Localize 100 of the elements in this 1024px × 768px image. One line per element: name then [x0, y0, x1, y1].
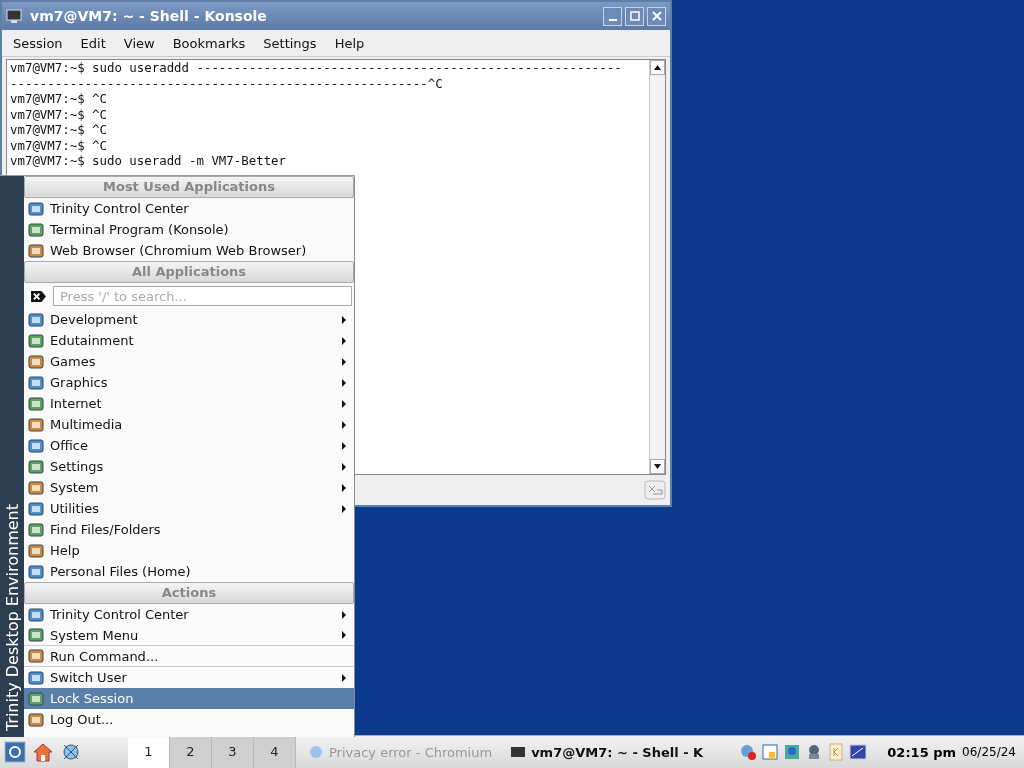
menu-item[interactable]: Edit — [71, 35, 115, 51]
submenu-arrow-icon — [342, 336, 346, 345]
menu-entry[interactable]: Edutainment — [24, 330, 354, 351]
menu-entry[interactable]: Multimedia — [24, 414, 354, 435]
menu-entry[interactable]: Office — [24, 435, 354, 456]
terminal-line: vm7@VM7:~$ ^C — [10, 122, 108, 138]
tray-icon[interactable] — [783, 743, 802, 761]
submenu-arrow-icon — [342, 462, 346, 471]
desktop-switcher[interactable]: 2 — [170, 736, 212, 768]
app-icon — [28, 648, 44, 664]
minimize-icon — [608, 19, 617, 21]
maximize-icon — [628, 10, 641, 22]
menu-entry[interactable]: System — [24, 477, 354, 498]
section-header: All Applications — [24, 261, 354, 283]
app-icon — [28, 669, 44, 686]
submenu-arrow-icon — [342, 610, 346, 619]
menu-item[interactable]: Bookmarks — [163, 35, 255, 51]
menu-entry[interactable]: Internet — [24, 393, 354, 414]
submenu-arrow-icon — [342, 631, 346, 639]
desktop-switcher[interactable]: 1 — [128, 736, 170, 768]
clock-date: 06/25/24 — [962, 745, 1016, 759]
desktop-switcher[interactable]: 3 — [212, 736, 254, 768]
menu-entry[interactable]: Web Browser (Chromium Web Browser) — [24, 240, 354, 261]
app-icon — [28, 374, 44, 391]
scroll-down-icon[interactable] — [650, 459, 665, 474]
app-icon — [28, 221, 44, 238]
menu-entry[interactable]: Development — [24, 309, 354, 330]
submenu-arrow-icon — [342, 378, 346, 387]
menu-entry[interactable]: System Menu — [24, 625, 354, 646]
submenu-arrow-icon — [342, 504, 346, 513]
menu-entry[interactable]: Games — [24, 351, 354, 372]
submenu-arrow-icon — [342, 420, 346, 429]
desktop-switcher[interactable]: 4 — [254, 736, 296, 768]
menu-entry[interactable]: Trinity Control Center — [24, 604, 354, 625]
app-icon — [28, 395, 44, 412]
app-icon — [28, 353, 44, 370]
app-icon — [28, 627, 44, 643]
submenu-arrow-icon — [342, 399, 346, 408]
network-icon[interactable] — [60, 741, 82, 763]
submenu-arrow-icon — [342, 441, 346, 450]
menu-entry[interactable]: Help — [24, 540, 354, 561]
terminal-line: vm7@VM7:~$ ^C — [10, 137, 108, 153]
start-menu-icon[interactable] — [4, 741, 26, 763]
window-title: vm7@VM7: ~ - Shell - Konsole — [30, 8, 268, 24]
submenu-arrow-icon — [342, 673, 346, 682]
tray-icon[interactable] — [849, 743, 868, 761]
menu-item[interactable]: Session — [4, 35, 72, 51]
app-icon — [28, 711, 44, 728]
submenu-arrow-icon — [342, 315, 346, 324]
section-header: Most Used Applications — [24, 176, 354, 198]
side-title: Trinity Desktop Environment — [2, 503, 22, 731]
terminal-line: vm7@VM7:~$ sudo useraddd --------------------------------------------------------- — [10, 60, 623, 76]
close-button[interactable] — [647, 6, 666, 26]
menu-entry[interactable]: Settings — [24, 456, 354, 477]
terminal-line: --------------------------------------------------------^C — [10, 75, 444, 91]
monitor-icon — [510, 744, 527, 760]
section-header: Actions — [24, 582, 354, 604]
app-icon — [28, 458, 44, 475]
app-icon — [28, 416, 44, 433]
menu-item[interactable]: Settings — [254, 35, 326, 51]
scroll-up-icon[interactable] — [650, 60, 665, 75]
terminal-line: vm7@VM7:~$ ^C — [10, 106, 108, 122]
menu-entry[interactable]: Graphics — [24, 372, 354, 393]
app-icon — [28, 200, 44, 217]
menu-entry[interactable]: Run Command... — [24, 646, 354, 667]
home-icon[interactable] — [32, 741, 54, 763]
menu-entry[interactable]: Personal Files (Home) — [24, 561, 354, 582]
clock-time: 02:15 pm — [887, 744, 957, 760]
tray-icon[interactable] — [739, 743, 758, 761]
app-icon — [28, 690, 44, 707]
search-field[interactable]: Press '/' to search... — [53, 286, 352, 306]
menu-item[interactable]: View — [114, 35, 164, 51]
maximize-button[interactable] — [625, 6, 644, 26]
app-icon — [28, 500, 44, 517]
menu-entry[interactable]: Switch User — [24, 667, 354, 688]
terminal-line: vm7@VM7:~$ sudo useradd -m VM7-Better — [10, 153, 287, 169]
terminal-line: vm7@VM7:~$ ^C — [10, 91, 108, 107]
menu-entry[interactable]: Find Files/Folders — [24, 519, 354, 540]
minimize-button[interactable] — [603, 6, 622, 26]
submenu-arrow-icon — [342, 483, 346, 492]
new-tab-icon[interactable] — [644, 480, 666, 500]
globe-icon — [308, 744, 324, 760]
clear-search-icon[interactable] — [30, 289, 47, 303]
app-icon — [28, 437, 44, 454]
app-icon — [28, 479, 44, 496]
app-icon — [28, 521, 44, 538]
task-button[interactable]: vm7@VM7: ~ - Shell - K — [504, 736, 710, 768]
app-icon — [28, 563, 44, 580]
menu-entry[interactable]: Utilities — [24, 498, 354, 519]
menu-item[interactable]: Help — [325, 35, 374, 51]
submenu-arrow-icon — [342, 357, 346, 366]
app-icon — [28, 542, 44, 559]
menu-entry[interactable]: Lock Session — [24, 688, 354, 709]
menu-entry[interactable]: Trinity Control Center — [24, 198, 354, 219]
app-icon — [28, 606, 44, 623]
app-icon — [28, 242, 44, 259]
app-icon — [28, 332, 44, 349]
menu-entry[interactable]: Log Out... — [24, 709, 354, 730]
scrollbar[interactable] — [649, 60, 665, 474]
menu-entry[interactable]: Terminal Program (Konsole) — [24, 219, 354, 240]
